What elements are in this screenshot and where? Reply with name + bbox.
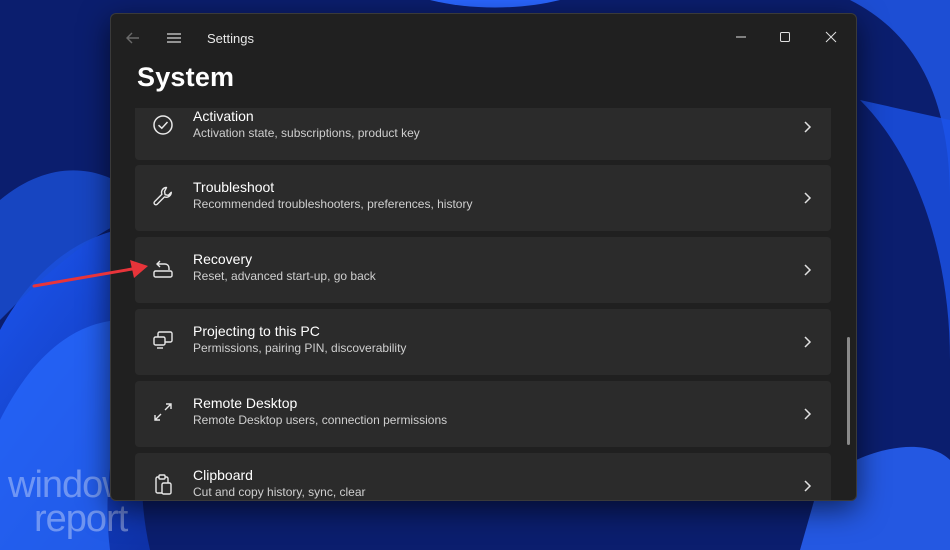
annotation-arrow-icon	[32, 260, 148, 288]
settings-item-description: Permissions, pairing PIN, discoverabilit…	[193, 341, 407, 355]
settings-item-description: Remote Desktop users, connection permiss…	[193, 413, 448, 427]
watermark-line-2: report	[34, 498, 128, 540]
settings-item-title: Clipboard	[193, 467, 253, 483]
settings-item-remote-desktop[interactable]: Remote Desktop Remote Desktop users, con…	[135, 381, 831, 447]
chevron-right-icon	[804, 408, 812, 420]
app-title: Settings	[207, 31, 254, 46]
hamburger-icon	[167, 33, 181, 43]
page-title: System	[137, 62, 235, 92]
maximize-icon	[780, 32, 790, 42]
settings-item-recovery[interactable]: Recovery Reset, advanced start-up, go ba…	[135, 237, 831, 303]
minimize-button[interactable]	[719, 22, 763, 52]
chevron-right-icon	[804, 264, 812, 276]
back-button[interactable]	[123, 28, 143, 48]
clipboard-icon	[155, 474, 172, 495]
close-icon	[825, 31, 837, 43]
settings-item-description: Recommended troubleshooters, preferences…	[193, 197, 473, 211]
chevron-right-icon	[804, 121, 812, 133]
settings-item-clipboard[interactable]: Clipboard Cut and copy history, sync, cl…	[135, 453, 831, 500]
settings-item-projecting[interactable]: Projecting to this PC Permissions, pairi…	[135, 309, 831, 375]
title-bar: Settings	[111, 14, 856, 62]
settings-item-title: Recovery	[193, 251, 253, 267]
back-arrow-icon	[126, 32, 139, 44]
minimize-icon	[736, 36, 746, 38]
settings-item-activation[interactable]: Activation Activation state, subscriptio…	[135, 108, 831, 160]
settings-item-title: Activation	[193, 108, 254, 124]
settings-item-troubleshoot[interactable]: Troubleshoot Recommended troubleshooters…	[135, 165, 831, 231]
projecting-icon	[153, 331, 173, 349]
settings-item-title: Troubleshoot	[193, 179, 275, 195]
chevron-right-icon	[804, 336, 812, 348]
wrench-icon	[153, 186, 172, 206]
vertical-scrollbar[interactable]	[847, 337, 850, 445]
chevron-right-icon	[804, 192, 812, 204]
settings-list: Activation Activation state, subscriptio…	[135, 108, 831, 500]
settings-item-title: Projecting to this PC	[193, 323, 320, 339]
chevron-right-icon	[804, 480, 812, 492]
settings-item-description: Activation state, subscriptions, product…	[193, 126, 420, 140]
settings-item-description: Cut and copy history, sync, clear	[193, 485, 366, 499]
settings-item-description: Reset, advanced start-up, go back	[193, 269, 376, 283]
settings-item-title: Remote Desktop	[193, 395, 298, 411]
close-button[interactable]	[809, 22, 853, 52]
check-circle-icon	[153, 115, 173, 135]
maximize-button[interactable]	[763, 22, 807, 52]
settings-window: Settings System Activation Activation st	[110, 13, 857, 501]
navigation-menu-button[interactable]	[164, 29, 184, 47]
remote-desktop-icon	[154, 403, 172, 421]
